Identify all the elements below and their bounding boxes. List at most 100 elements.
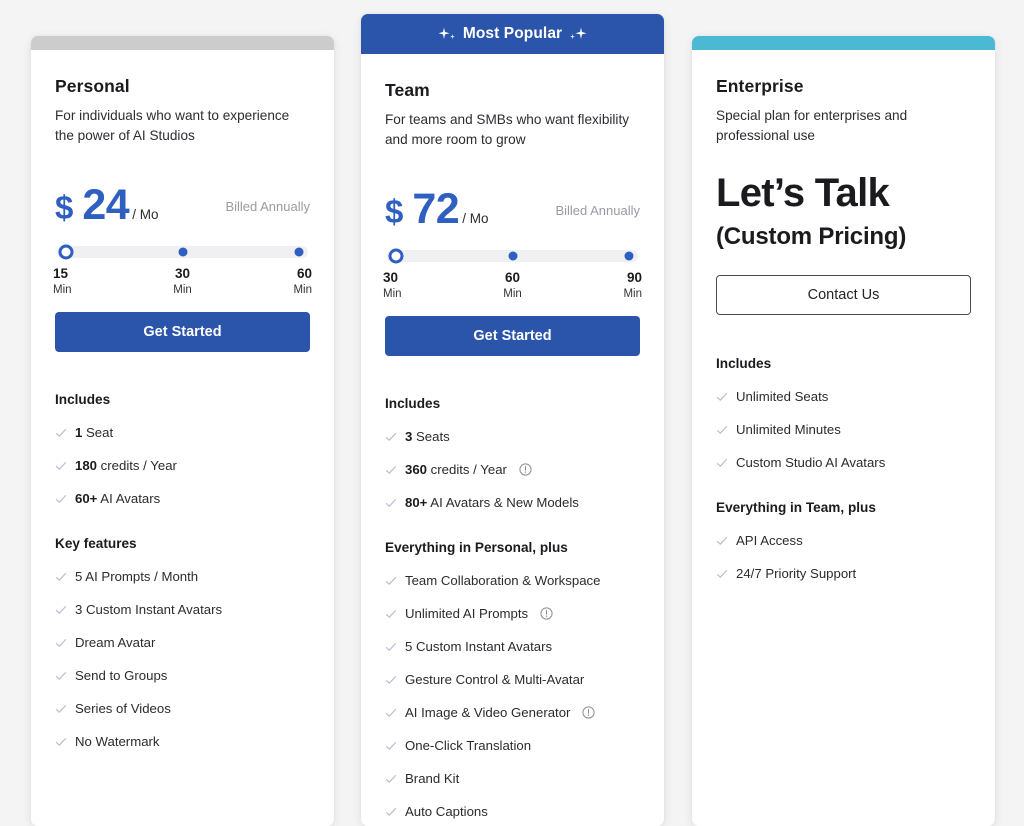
feature-item: Team Collaboration & Workspace [385,564,640,597]
feature-item: API Access [716,524,971,557]
price-currency: $ [385,193,404,231]
slider-stop-3[interactable] [624,251,634,261]
plan-card-team[interactable]: Most Popular Team For teams and SMBs who… [361,14,664,826]
features-heading: Everything in Team, plus [716,500,876,516]
feature-label: 24/7 Priority Support [736,565,857,581]
plan-card-personal[interactable]: Personal For individuals who want to exp… [31,36,334,826]
get-started-button[interactable]: Get Started [55,312,310,353]
feature-label: AI Image & Video Generator [405,704,571,720]
check-icon [385,464,397,476]
plan-card-enterprise[interactable]: Enterprise Special plan for enterprises … [692,36,995,826]
feature-rest: Seats [412,428,450,444]
check-icon [55,604,67,616]
feature-rest: AI Avatars [97,490,161,506]
card-body: Team For teams and SMBs who want flexibi… [361,54,664,826]
slider-label-3: 60 Min [293,266,312,296]
slider-stop-2[interactable] [508,251,517,261]
plan-title: Personal [55,76,130,96]
feature-strong: 360 [405,461,428,477]
feature-label: Gesture Control & Multi-Avatar [405,671,585,687]
price-row: $ 72 / Mo Billed Annually [385,188,640,234]
slider-label-unit: Min [173,283,192,296]
slider-label-value: 60 [296,266,312,282]
feature-rest: Seat [82,424,114,440]
get-started-button[interactable]: Get Started [385,316,640,357]
feature-label: 360 credits / Year [405,462,507,478]
feature-item: One-Click Translation [385,729,640,762]
duration-slider[interactable]: 15 Min 30 Min 60 Min [53,244,312,300]
features-heading: Includes [55,392,111,408]
slider-track[interactable] [57,244,308,260]
price-currency: $ [55,189,74,227]
features-list: Includes 3 Seats 360 credits / Year 80+ … [385,396,640,826]
feature-label: Auto Captions [405,803,488,819]
billing-note: Billed Annually [555,202,640,218]
check-icon [716,424,728,436]
info-icon[interactable] [540,607,553,620]
feature-item: 360 credits / Year [385,453,640,486]
contact-us-button[interactable]: Contact Us [716,275,971,316]
feature-strong: 80+ [405,494,428,510]
card-accent-bar [31,36,334,50]
feature-label: One-Click Translation [405,737,532,753]
feature-label: Brand Kit [405,770,460,786]
check-icon [385,575,397,587]
card-accent-bar [692,36,995,50]
check-icon [385,740,397,752]
plan-title: Enterprise [716,76,804,96]
check-icon [385,608,397,620]
price-row: $ 24 / Mo Billed Annually [55,184,310,230]
most-popular-label: Most Popular [462,25,563,42]
pricing-plans-stage: Personal For individuals who want to exp… [0,0,1024,826]
slider-track[interactable] [387,248,638,264]
feature-rest: AI Avatars & New Models [427,494,579,510]
check-icon [716,568,728,580]
price-amount: 72 [412,185,460,234]
check-icon [716,535,728,547]
card-body: Personal For individuals who want to exp… [31,50,334,758]
feature-label: No Watermark [75,733,160,749]
price-period: / Mo [462,211,489,227]
feature-item: Unlimited Seats [716,380,971,413]
feature-strong: 60+ [75,490,98,506]
enterprise-subheadline: (Custom Pricing) [716,223,907,251]
slider-label-2: 30 Min [173,266,192,296]
slider-labels: 30 Min 60 Min 90 Min [383,270,642,304]
feature-label: Send to Groups [75,667,168,683]
slider-label-unit: Min [383,287,402,300]
duration-slider[interactable]: 30 Min 60 Min 90 Min [383,248,642,304]
feature-label: 3 Seats [405,429,450,445]
slider-label-unit: Min [53,283,72,296]
feature-item: Brand Kit [385,762,640,795]
feature-rest: credits / Year [427,461,507,477]
features-heading: Key features [55,536,137,552]
slider-label-value: 15 [53,266,69,282]
feature-label: 80+ AI Avatars & New Models [405,495,579,511]
check-icon [385,674,397,686]
check-icon [716,391,728,403]
slider-knob-selected[interactable] [388,248,404,264]
info-icon[interactable] [582,706,596,719]
feature-item: AI Image & Video Generator [385,696,640,729]
feature-item: Unlimited Minutes [716,413,971,446]
slider-label-unit: Min [623,287,642,300]
slider-stop-3[interactable] [294,247,304,257]
feature-item: 5 Custom Instant Avatars [385,630,640,663]
slider-label-1: 30 Min [383,270,402,300]
feature-label: Series of Videos [75,700,171,716]
feature-item: 180 credits / Year [55,449,310,482]
feature-item: 24/7 Priority Support [716,557,971,590]
price-period: / Mo [132,207,159,223]
slider-label-2: 60 Min [503,270,522,300]
feature-strong: 180 [75,457,98,473]
slider-label-unit: Min [503,287,522,300]
features-list: Includes 1 Seat 180 credits / Year 60+ A… [55,392,310,758]
slider-stop-2[interactable] [178,247,187,257]
card-body: Enterprise Special plan for enterprises … [692,50,995,590]
slider-label-value: 30 [174,266,191,282]
info-icon[interactable] [519,463,532,476]
slider-knob-selected[interactable] [58,244,74,260]
check-icon [55,670,67,682]
check-icon [385,707,397,719]
check-icon [55,493,67,505]
